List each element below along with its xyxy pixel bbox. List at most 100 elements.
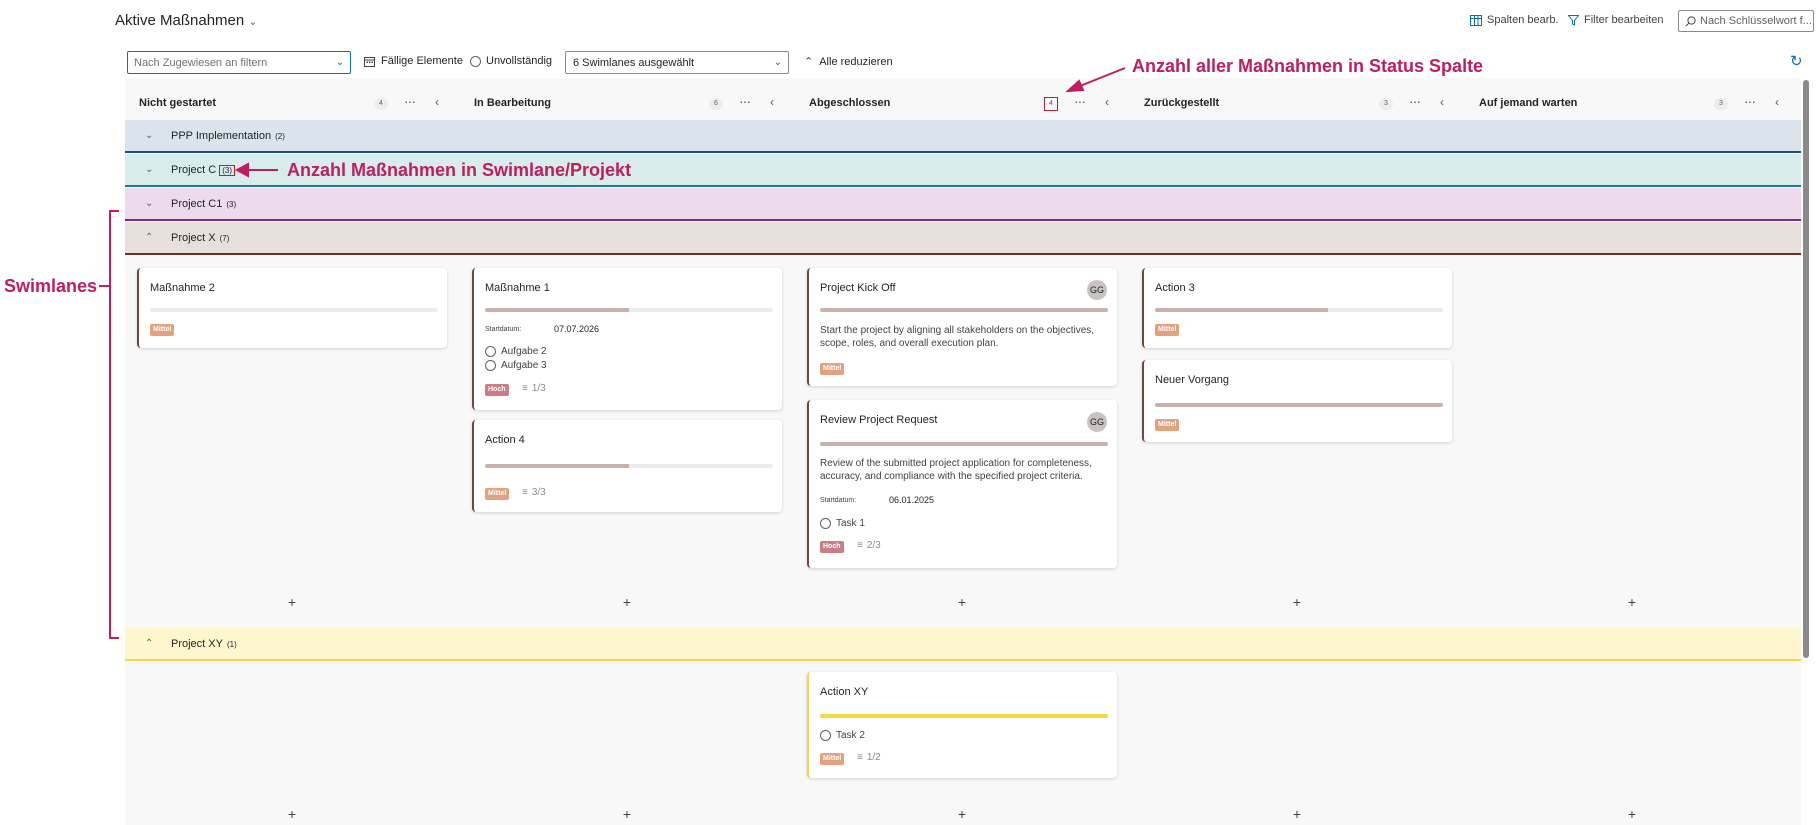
swimlane-name: Project XY bbox=[171, 638, 223, 650]
edit-filter-button[interactable]: Filter bearbeiten bbox=[1568, 14, 1664, 26]
task-card-neuer-vorgang[interactable]: Neuer Vorgang Mittel bbox=[1142, 360, 1452, 442]
collapse-all-button[interactable]: ⌃ Alle reduzieren bbox=[804, 55, 893, 69]
card-title: Action XY bbox=[820, 686, 869, 698]
chevron-left-icon[interactable]: ‹ bbox=[770, 95, 774, 109]
checklist-item[interactable]: Aufgabe 3 bbox=[485, 360, 547, 371]
card-title: Project Kick Off bbox=[820, 282, 896, 294]
chevron-up-icon[interactable]: ⌃ bbox=[145, 232, 153, 243]
add-task-button[interactable]: + bbox=[1290, 594, 1304, 610]
checkbox-icon[interactable] bbox=[485, 346, 496, 357]
chevron-down-icon[interactable]: ⌄ bbox=[145, 198, 153, 209]
view-selector[interactable]: Aktive Maßnahmen ⌄ bbox=[115, 12, 257, 29]
chevron-left-icon[interactable]: ‹ bbox=[435, 95, 439, 109]
priority-badge: Mittel bbox=[150, 324, 175, 336]
card-description: Start the project by aligning all stakeh… bbox=[820, 325, 1095, 349]
refresh-icon[interactable]: ↻ bbox=[1790, 52, 1803, 70]
chevron-down-icon: ⌄ bbox=[248, 16, 258, 28]
add-task-button[interactable]: + bbox=[955, 806, 969, 822]
task-card-massnahme-1[interactable]: Maßnahme 1 Startdatum: 07.07.2026 Aufgab… bbox=[472, 268, 782, 410]
annotation-lane-count: Anzahl Maßnahmen in Swimlane/Projekt bbox=[287, 160, 632, 180]
task-card-review-project-request[interactable]: Review Project Request GG Review of the … bbox=[807, 400, 1117, 568]
priority-badge: Mittel bbox=[485, 488, 510, 500]
checklist-item[interactable]: Task 1 bbox=[820, 518, 865, 529]
more-icon[interactable]: ··· bbox=[1074, 93, 1086, 109]
checklist-icon: ≡ bbox=[857, 540, 863, 551]
radio-icon bbox=[470, 55, 481, 67]
checkbox-icon[interactable] bbox=[485, 360, 496, 371]
calendar-icon bbox=[364, 56, 375, 67]
card-title: Action 4 bbox=[485, 434, 525, 446]
add-task-button[interactable]: + bbox=[1290, 806, 1304, 822]
swimlane-count: (1) bbox=[226, 640, 237, 649]
add-task-button[interactable]: + bbox=[1625, 594, 1639, 610]
progress-bar bbox=[1155, 308, 1443, 312]
more-icon[interactable]: ··· bbox=[739, 93, 751, 109]
progress-bar bbox=[485, 308, 773, 312]
add-task-button[interactable]: + bbox=[285, 806, 299, 822]
chevron-down-icon: ⌄ bbox=[335, 57, 344, 68]
edit-columns-button[interactable]: Spalten bearb. bbox=[1470, 14, 1559, 26]
swimlane-ppp-implementation[interactable]: ⌄ PPP Implementation (2) bbox=[125, 120, 1801, 153]
checklist-count: 2/3 bbox=[866, 540, 881, 551]
more-icon[interactable]: ··· bbox=[1409, 93, 1421, 109]
more-icon[interactable]: ··· bbox=[1744, 93, 1756, 109]
priority-badge: Hoch bbox=[820, 541, 844, 553]
priority-badge: Mittel bbox=[820, 753, 845, 765]
swimlane-select[interactable]: 6 Swimlanes ausgewählt ⌄ bbox=[565, 51, 789, 74]
column-count: 4 bbox=[1044, 97, 1058, 111]
search-placeholder: Nach Schlüsselwort f... bbox=[1700, 15, 1812, 27]
swimlane-name: Project C bbox=[171, 164, 217, 176]
card-title: Review Project Request bbox=[820, 414, 938, 426]
collapse-all-label: Alle reduzieren bbox=[819, 55, 893, 68]
priority-badge: Mittel bbox=[1155, 419, 1180, 431]
swimlane-project-xy[interactable]: ⌃ Project XY (1) bbox=[125, 628, 1801, 661]
checkbox-icon[interactable] bbox=[820, 730, 831, 741]
column-header-in-progress: In Bearbeitung 6 ··· ‹ bbox=[460, 86, 795, 120]
more-icon[interactable]: ··· bbox=[404, 93, 416, 109]
add-task-button[interactable]: + bbox=[955, 594, 969, 610]
avatar[interactable]: GG bbox=[1087, 412, 1107, 432]
task-card-action-4[interactable]: Action 4 Mittel ≡ 3/3 bbox=[472, 420, 782, 512]
chevron-down-icon[interactable]: ⌄ bbox=[145, 164, 153, 175]
priority-badge: Mittel bbox=[820, 363, 845, 375]
top-bar: Aktive Maßnahmen ⌄ Spalten bearb. Filter … bbox=[0, 0, 1818, 44]
checklist-item[interactable]: Aufgabe 2 bbox=[485, 346, 547, 357]
avatar[interactable]: GG bbox=[1087, 280, 1107, 300]
add-task-button[interactable]: + bbox=[620, 806, 634, 822]
chevron-left-icon[interactable]: ‹ bbox=[1440, 95, 1444, 109]
add-task-button[interactable]: + bbox=[620, 594, 634, 610]
checklist-icon: ≡ bbox=[522, 383, 528, 394]
due-items-label: Fällige Elemente bbox=[381, 55, 463, 67]
add-task-button[interactable]: + bbox=[1625, 806, 1639, 822]
incomplete-toggle[interactable]: Unvollständig bbox=[470, 55, 552, 67]
swimlane-project-x[interactable]: ⌃ Project X (7) bbox=[125, 222, 1801, 255]
task-card-massnahme-2[interactable]: Maßnahme 2 Mittel bbox=[137, 268, 447, 348]
chevron-up-icon[interactable]: ⌃ bbox=[145, 638, 153, 649]
swimlane-project-c1[interactable]: ⌄ Project C1 (3) bbox=[125, 188, 1801, 221]
chevron-up-icon: ⌃ bbox=[804, 56, 814, 68]
chevron-left-icon[interactable]: ‹ bbox=[1775, 95, 1779, 109]
checklist-item-label: Task 1 bbox=[836, 518, 865, 529]
priority-badge: Mittel bbox=[1155, 324, 1180, 336]
chevron-down-icon[interactable]: ⌄ bbox=[145, 130, 153, 141]
column-count: 6 bbox=[709, 98, 723, 110]
keyword-search-input[interactable]: Nach Schlüsselwort f... bbox=[1678, 10, 1814, 32]
progress-bar bbox=[820, 308, 1108, 312]
priority-badge: Hoch bbox=[485, 384, 509, 396]
add-task-button[interactable]: + bbox=[285, 594, 299, 610]
task-card-action-xy[interactable]: Action XY Task 2 Mittel ≡ 1/2 bbox=[807, 672, 1117, 778]
checkbox-icon[interactable] bbox=[820, 518, 831, 529]
edit-columns-label: Spalten bearb. bbox=[1487, 14, 1559, 26]
due-items-filter[interactable]: Fällige Elemente bbox=[364, 55, 463, 67]
checklist-progress: ≡ 1/3 bbox=[522, 383, 546, 394]
swimlane-name: Project X bbox=[171, 232, 216, 244]
task-card-project-kick-off[interactable]: Project Kick Off GG Start the project by… bbox=[807, 268, 1117, 386]
checklist-count: 3/3 bbox=[531, 487, 546, 498]
board-scrollbar[interactable] bbox=[1803, 80, 1809, 658]
assigned-to-filter[interactable]: Nach Zugewiesen an filtern ⌄ bbox=[127, 51, 351, 74]
checklist-item-label: Aufgabe 3 bbox=[501, 360, 547, 371]
checklist-item[interactable]: Task 2 bbox=[820, 730, 865, 741]
chevron-left-icon[interactable]: ‹ bbox=[1105, 95, 1109, 109]
task-card-action-3[interactable]: Action 3 Mittel bbox=[1142, 268, 1452, 348]
progress-bar bbox=[820, 442, 1108, 446]
